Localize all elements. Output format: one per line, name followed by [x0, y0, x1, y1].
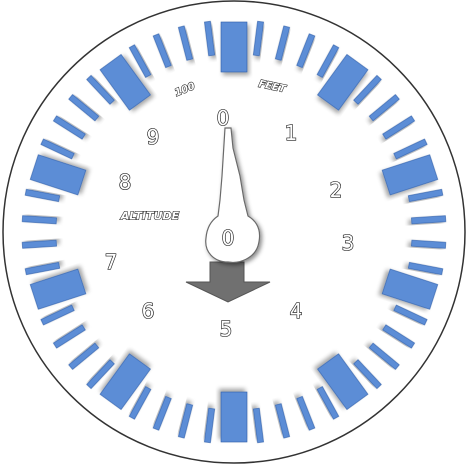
digit-4: 4 [290, 299, 303, 323]
digit-5: 5 [220, 317, 233, 341]
altitude-label: ALTITUDE [120, 210, 180, 223]
major-tick [220, 391, 248, 443]
digit-6: 6 [142, 299, 155, 323]
digit-8: 8 [119, 170, 132, 194]
digit-1: 1 [285, 121, 298, 145]
digit-9: 9 [147, 125, 160, 149]
pointer-hub-label: 0 [222, 226, 235, 250]
digit-2: 2 [330, 178, 343, 202]
digit-3: 3 [342, 231, 355, 255]
digit-7: 7 [105, 250, 118, 274]
major-tick [220, 21, 248, 73]
altimeter-gauge: 0 1 2 3 4 5 6 7 8 9 100 FEET ALTITUDE 0 [2, 0, 466, 464]
digit-0: 0 [217, 106, 230, 130]
